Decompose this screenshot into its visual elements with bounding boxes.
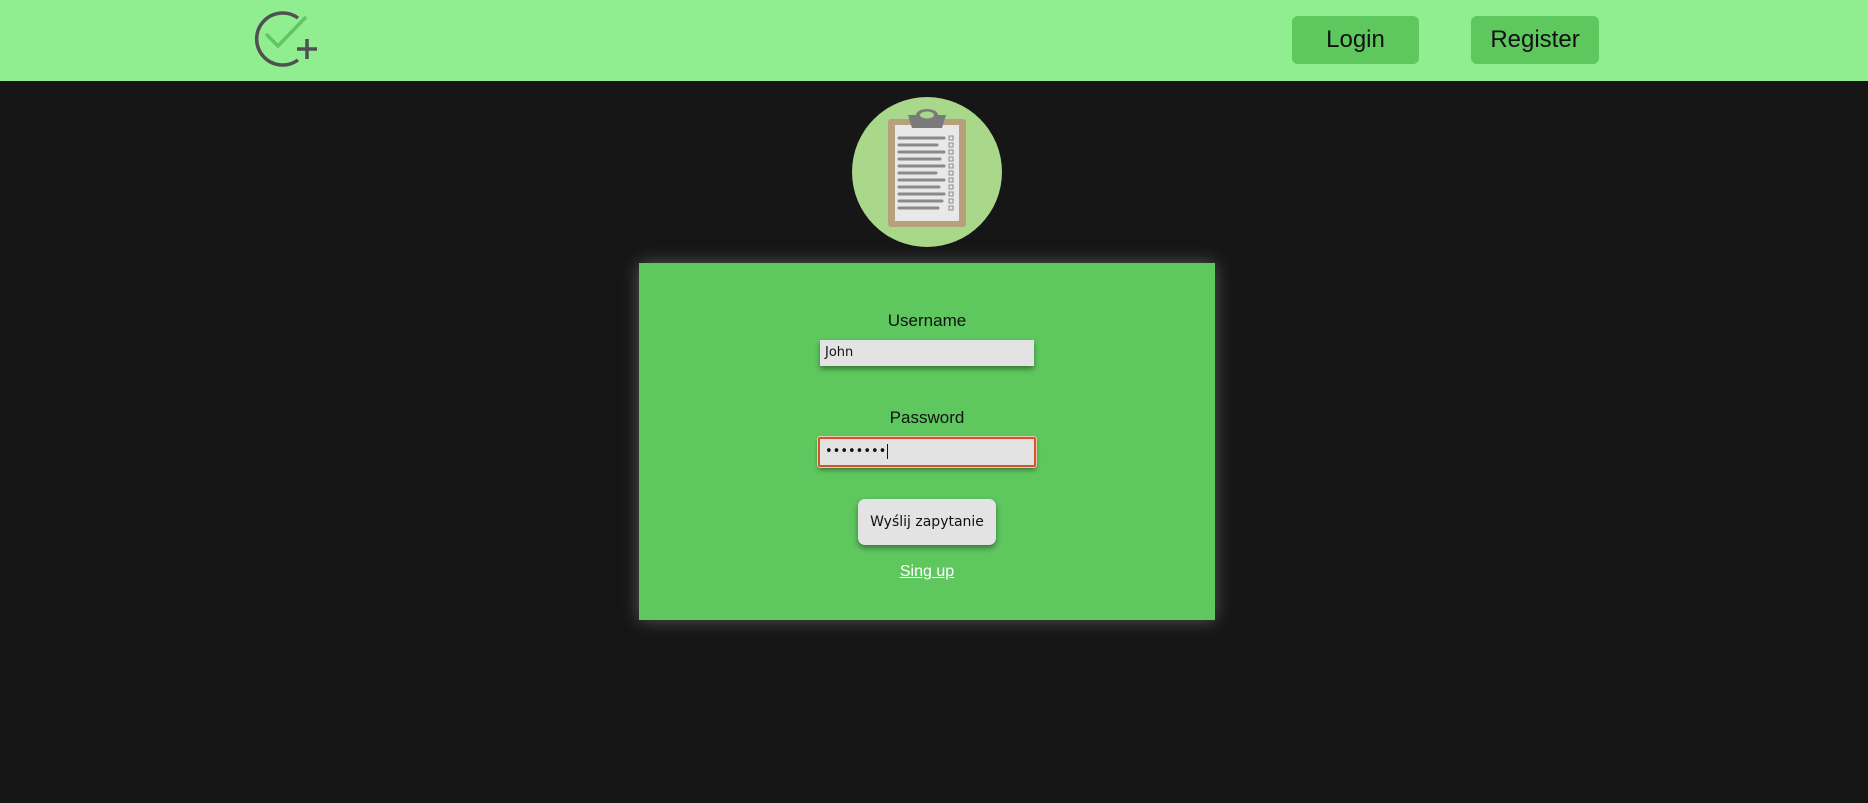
avatar (852, 97, 1002, 247)
login-form-card: Username John Password •••••••• Wyślij z… (639, 263, 1215, 620)
logo[interactable] (250, 8, 320, 70)
login-button[interactable]: Login (1292, 16, 1419, 64)
register-button[interactable]: Register (1471, 16, 1599, 64)
username-field[interactable]: John (820, 340, 1034, 366)
check-plus-icon (255, 11, 317, 67)
text-caret (887, 444, 889, 459)
password-masked-value: •••••••• (825, 444, 887, 459)
signup-link[interactable]: Sing up (639, 563, 1215, 581)
password-field[interactable]: •••••••• (817, 436, 1037, 468)
top-navbar: Login Register (0, 0, 1868, 81)
submit-button[interactable]: Wyślij zapytanie (858, 499, 996, 545)
clipboard-checklist-icon (888, 109, 966, 227)
password-label: Password (889, 408, 965, 427)
username-label: Username (887, 311, 967, 330)
